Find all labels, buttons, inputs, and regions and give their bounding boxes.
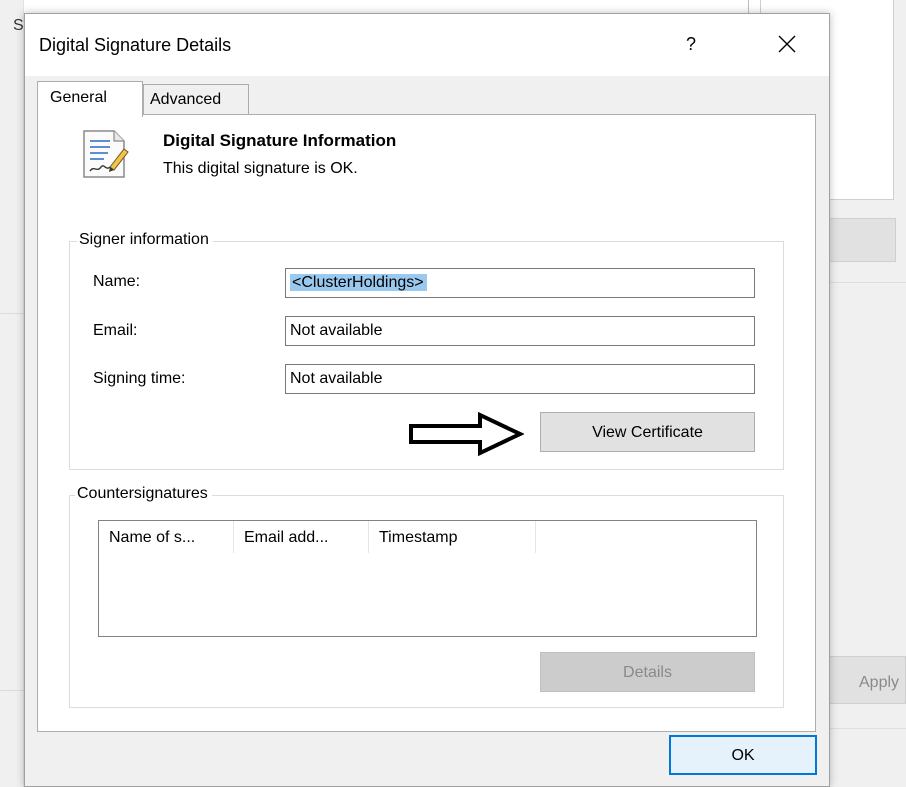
signing-time-label: Signing time: (93, 370, 186, 387)
close-icon (778, 35, 796, 53)
background-divider (828, 728, 906, 729)
ok-button[interactable]: OK (669, 735, 817, 775)
name-value: <ClusterHoldings> (290, 274, 427, 291)
background-divider (828, 282, 906, 283)
column-header-name[interactable]: Name of s... (99, 521, 234, 553)
email-field[interactable]: Not available (285, 316, 755, 346)
signing-time-field[interactable]: Not available (285, 364, 755, 394)
background-left-text: S (13, 17, 24, 34)
digital-signature-details-dialog: Digital Signature Details ? General Adva… (24, 13, 830, 787)
background-left-strip (0, 0, 24, 787)
help-button[interactable]: ? (669, 26, 713, 62)
general-tab-panel: Digital Signature Information This digit… (37, 114, 816, 732)
background-button[interactable] (828, 218, 896, 262)
countersignatures-group: Countersignatures Name of s... Email add… (69, 485, 784, 708)
column-header-email[interactable]: Email add... (234, 521, 369, 553)
background-apply-button[interactable]: Apply (828, 656, 906, 704)
signed-document-icon (80, 127, 130, 186)
details-button[interactable]: Details (540, 652, 755, 692)
signer-information-group: Signer information Name: <ClusterHolding… (69, 231, 784, 470)
tab-advanced[interactable]: Advanced (143, 84, 249, 114)
background-divider (0, 313, 24, 314)
signer-information-legend: Signer information (77, 231, 213, 249)
email-label: Email: (93, 322, 138, 339)
close-button[interactable] (765, 26, 809, 62)
signature-info-title: Digital Signature Information (163, 131, 397, 150)
background-divider (0, 690, 24, 691)
countersignatures-legend: Countersignatures (75, 485, 212, 503)
name-label: Name: (93, 273, 141, 290)
title-bar: Digital Signature Details ? (25, 14, 829, 76)
column-header-timestamp[interactable]: Timestamp (369, 521, 536, 553)
signature-status-text: This digital signature is OK. (163, 160, 358, 177)
name-field[interactable]: <ClusterHoldings> (285, 268, 755, 298)
view-certificate-button[interactable]: View Certificate (540, 412, 755, 452)
countersignatures-list[interactable]: Name of s... Email add... Timestamp (98, 520, 757, 637)
tab-general[interactable]: General (37, 81, 143, 117)
background-divider (748, 0, 749, 14)
right-arrow-icon (408, 411, 525, 461)
dialog-title: Digital Signature Details (39, 35, 232, 55)
